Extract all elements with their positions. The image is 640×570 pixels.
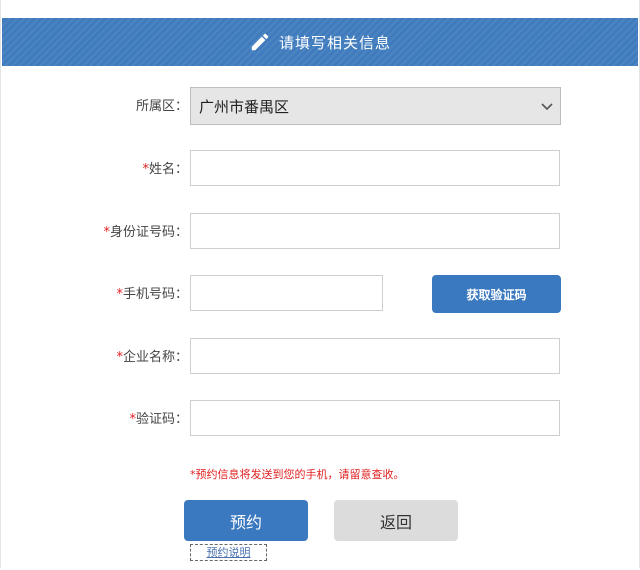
back-button[interactable]: 返回 bbox=[334, 500, 458, 541]
submit-button[interactable]: 预约 bbox=[184, 500, 308, 541]
form-header: 请填写相关信息 bbox=[2, 18, 638, 66]
id-number-row: *身份证号码： bbox=[0, 213, 640, 253]
company-input[interactable] bbox=[190, 338, 560, 374]
district-select[interactable]: 广州市番禺区 bbox=[190, 87, 561, 125]
phone-row: *手机号码： 获取验证码 bbox=[0, 275, 640, 315]
company-row: *企业名称： bbox=[0, 338, 640, 378]
name-row: *姓名： bbox=[0, 150, 640, 190]
district-value: 广州市番禺区 bbox=[199, 97, 290, 116]
id-number-label: *身份证号码： bbox=[103, 225, 188, 240]
phone-label: *手机号码： bbox=[116, 287, 188, 302]
sms-notice: *预约信息将发送到您的手机，请留意查收。 bbox=[190, 468, 405, 481]
reservation-help-link[interactable]: 预约说明 bbox=[190, 544, 267, 561]
name-label: *姓名： bbox=[142, 162, 188, 177]
phone-input[interactable] bbox=[190, 275, 383, 311]
chevron-down-icon bbox=[541, 103, 553, 111]
verify-code-input[interactable] bbox=[190, 400, 560, 436]
verify-code-row: *验证码： bbox=[0, 400, 640, 440]
district-row: 所属区： 广州市番禺区 bbox=[0, 87, 640, 127]
header-title: 请填写相关信息 bbox=[278, 33, 391, 52]
name-input[interactable] bbox=[190, 150, 560, 186]
company-label: *企业名称： bbox=[116, 350, 188, 365]
id-number-input[interactable] bbox=[190, 213, 560, 249]
get-code-button[interactable]: 获取验证码 bbox=[432, 275, 561, 313]
verify-code-label: *验证码： bbox=[129, 412, 188, 427]
district-label: 所属区： bbox=[135, 99, 188, 114]
pencil-icon bbox=[251, 33, 269, 51]
